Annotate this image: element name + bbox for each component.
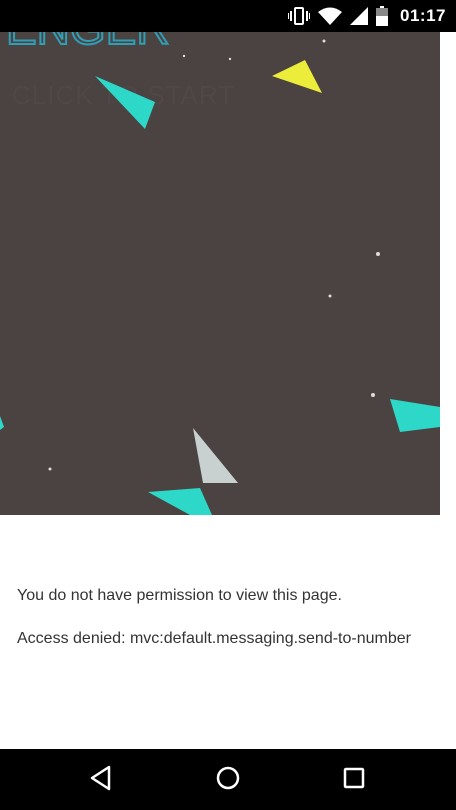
home-icon <box>216 766 240 795</box>
star-dot <box>328 294 332 298</box>
star-dot <box>322 39 326 43</box>
star-dot <box>228 57 232 61</box>
game-title: ENGER <box>6 32 170 54</box>
status-bar: 01:17 <box>0 0 456 32</box>
navigation-bar <box>0 749 456 810</box>
signal-icon <box>350 7 369 25</box>
vibrate-icon <box>288 6 311 26</box>
star-dot <box>182 54 186 58</box>
game-scene: ENGER CLICK TO START <box>0 32 440 515</box>
status-icons: 01:17 <box>288 0 446 32</box>
game-canvas[interactable]: ENGER CLICK TO START <box>0 32 440 515</box>
clock: 01:17 <box>400 6 446 25</box>
back-icon <box>89 765 113 796</box>
star-dot <box>371 393 375 397</box>
triangle-shape <box>0 416 4 430</box>
triangle-shape <box>193 428 238 483</box>
recents-icon <box>343 767 365 794</box>
star-dot <box>48 467 52 471</box>
triangle-shape <box>148 488 212 515</box>
battery-icon <box>376 6 389 26</box>
home-button[interactable] <box>205 757 251 803</box>
recents-button[interactable] <box>331 757 377 803</box>
star-dot <box>376 252 380 256</box>
wifi-icon <box>318 7 343 25</box>
back-button[interactable] <box>78 757 124 803</box>
permission-denied-text: You do not have permission to view this … <box>17 587 342 604</box>
triangle-shape <box>272 60 322 93</box>
permission-message: You do not have permission to view this … <box>17 585 447 671</box>
triangle-shape <box>390 399 440 432</box>
access-denied-text: Access denied: mvc:default.messaging.sen… <box>17 630 411 647</box>
